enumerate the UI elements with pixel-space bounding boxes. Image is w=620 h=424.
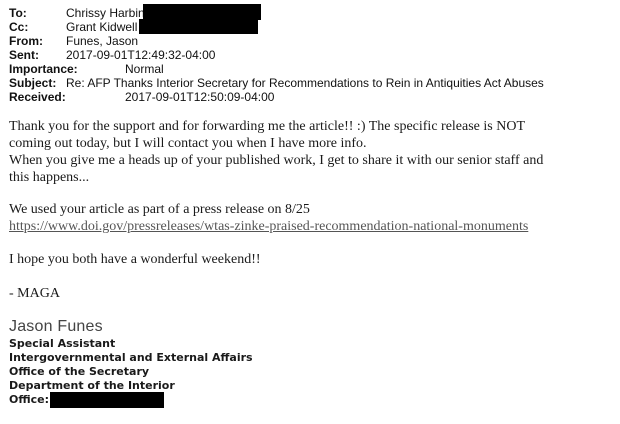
importance-label: Importance:	[9, 62, 78, 76]
signature-title: Special Assistant	[9, 337, 116, 350]
signature-name: Jason Funes	[9, 318, 103, 335]
to-value: Chrissy Harbin	[66, 6, 145, 20]
body-line: Thank you for the support and for forwar…	[9, 119, 525, 134]
press-release-link[interactable]: https://www.doi.gov/pressreleases/wtas-z…	[9, 219, 528, 234]
body-line: When you give me a heads up of your publ…	[9, 153, 544, 168]
signature-office-1: Intergovernmental and External Affairs	[9, 351, 253, 364]
signature-dept: Department of the Interior	[9, 379, 175, 392]
received-label: Received:	[9, 90, 66, 104]
redaction-to	[143, 4, 261, 20]
body-line: coming out today, but I will contact you…	[9, 136, 367, 151]
importance-value: Normal	[125, 62, 164, 76]
cc-value: Grant Kidwell	[66, 20, 138, 34]
body-para-1: Thank you for the support and for forwar…	[9, 118, 609, 186]
body-para-4: - MAGA	[9, 285, 609, 302]
sent-label: Sent:	[9, 48, 39, 62]
signature-office-label: Office:	[9, 393, 49, 406]
subject-value: Re: AFP Thanks Interior Secretary for Re…	[66, 76, 544, 90]
to-label: To:	[9, 6, 27, 20]
cc-label: Cc:	[9, 20, 29, 34]
from-value: Funes, Jason	[66, 34, 139, 48]
body-line: - MAGA	[9, 286, 60, 301]
redaction-office	[50, 392, 164, 408]
body-line: this happens...	[9, 170, 90, 185]
body-para-2: We used your article as part of a press …	[9, 201, 609, 235]
redaction-cc	[139, 19, 258, 34]
subject-label: Subject:	[9, 76, 57, 90]
body-line: I hope you both have a wonderful weekend…	[9, 252, 261, 267]
sent-value: 2017-09-01T12:49:32-04:00	[66, 48, 216, 62]
from-label: From:	[9, 34, 43, 48]
body-para-3: I hope you both have a wonderful weekend…	[9, 251, 609, 268]
body-line: We used your article as part of a press …	[9, 202, 310, 217]
signature-office-2: Office of the Secretary	[9, 365, 150, 378]
received-value: 2017-09-01T12:50:09-04:00	[125, 90, 275, 104]
